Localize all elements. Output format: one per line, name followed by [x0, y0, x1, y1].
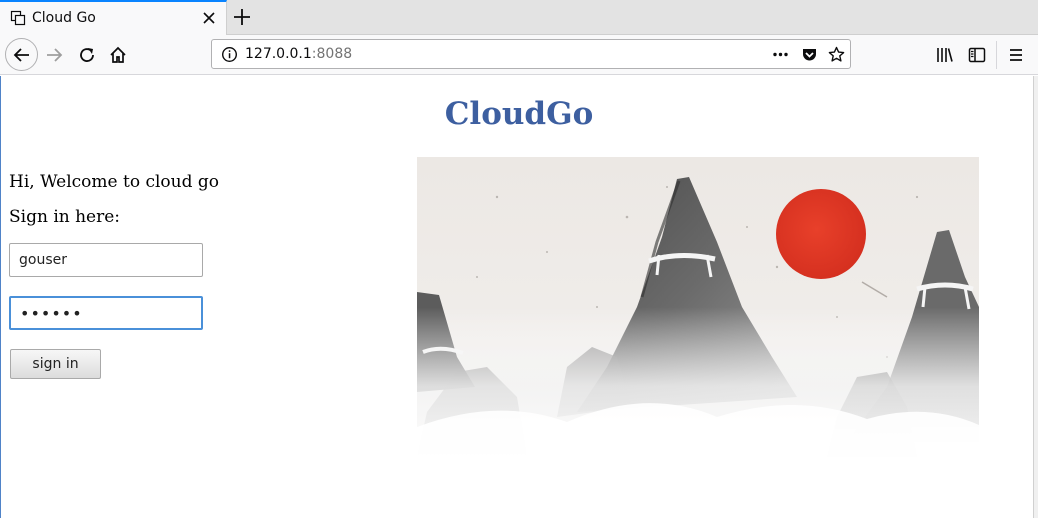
back-button[interactable] — [5, 38, 38, 71]
page-scroll-edge — [1033, 76, 1038, 518]
navigation-toolbar: 127.0.0.1:8088 — [0, 35, 1038, 75]
url-text[interactable]: 127.0.0.1:8088 — [245, 46, 352, 62]
back-arrow-icon — [13, 48, 29, 62]
pocket-icon[interactable] — [801, 46, 818, 63]
reload-icon[interactable] — [78, 46, 96, 64]
welcome-text: Hi, Welcome to cloud go — [9, 172, 220, 192]
tab-pages-icon — [10, 10, 26, 26]
url-bar[interactable]: 127.0.0.1:8088 — [211, 39, 851, 69]
more-dots-icon[interactable] — [772, 46, 789, 63]
close-icon[interactable] — [201, 10, 217, 26]
star-icon[interactable] — [828, 46, 845, 63]
forward-arrow-icon[interactable] — [45, 46, 63, 64]
page-title: CloudGo — [444, 96, 594, 132]
browser-tab[interactable]: Cloud Go — [0, 0, 227, 36]
library-icon[interactable] — [936, 46, 954, 64]
tab-strip: Cloud Go — [0, 0, 1038, 36]
password-input[interactable] — [9, 296, 203, 330]
home-icon[interactable] — [109, 46, 127, 64]
web-page: CloudGo Hi, Welcome to cloud go Sign in … — [0, 76, 1033, 518]
url-host: 127.0.0.1 — [245, 46, 312, 62]
username-input[interactable] — [9, 243, 203, 277]
ink-mountains-red-sun-image — [417, 157, 979, 483]
signin-button[interactable]: sign in — [10, 349, 101, 379]
sidebar-icon[interactable] — [968, 46, 986, 64]
toolbar-divider — [996, 41, 997, 69]
plus-icon[interactable] — [231, 6, 253, 28]
signin-prompt: Sign in here: — [9, 207, 121, 227]
hamburger-menu-icon[interactable] — [1007, 46, 1025, 64]
info-icon[interactable] — [221, 46, 238, 63]
url-port: :8088 — [311, 46, 353, 62]
tab-title: Cloud Go — [32, 10, 96, 26]
